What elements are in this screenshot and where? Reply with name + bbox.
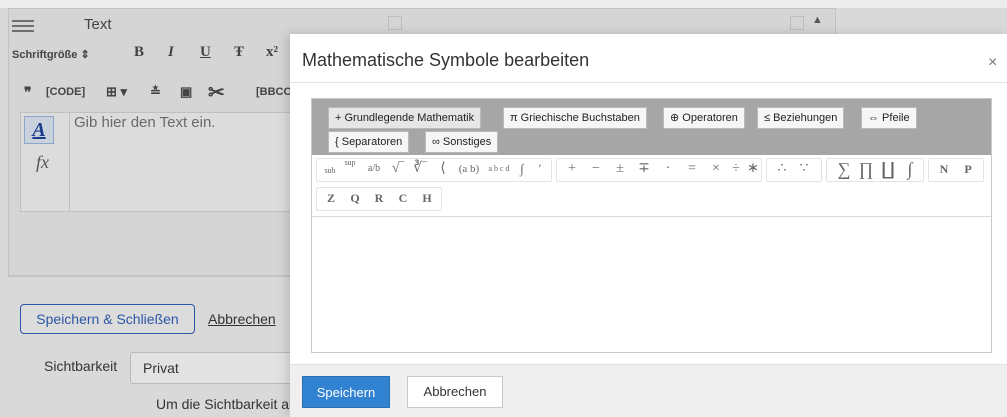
symbol-times[interactable]: × bbox=[706, 156, 726, 182]
symbol-naturals[interactable]: N bbox=[934, 156, 954, 182]
quote-button[interactable]: ❞ bbox=[24, 84, 32, 101]
menu-icon[interactable] bbox=[12, 20, 34, 34]
tab-relations[interactable]: ≤ Beziehungen bbox=[757, 107, 845, 129]
cancel-button[interactable]: Abbrechen bbox=[407, 376, 503, 408]
symbol-function[interactable]: ∫ bbox=[514, 156, 530, 182]
symbol-quaternions[interactable]: H bbox=[416, 185, 438, 211]
symbol-equals[interactable]: = bbox=[682, 156, 702, 182]
symbol-sum[interactable]: ∑ bbox=[834, 156, 854, 182]
math-input-area[interactable] bbox=[312, 218, 991, 352]
visibility-label: Sichtbarkeit bbox=[44, 358, 118, 374]
dialog-header: Mathematische Symbole bearbeiten × bbox=[290, 34, 1007, 83]
symbol-binomial[interactable]: (a b) bbox=[452, 156, 486, 182]
save-close-button[interactable]: Speichern & Schließen bbox=[20, 304, 195, 334]
editor-placeholder: Gib hier den Text ein. bbox=[74, 114, 216, 131]
strike-button[interactable]: Ŧ bbox=[234, 44, 244, 61]
tab-arrows[interactable]: ⇔ Pfeile bbox=[861, 107, 917, 129]
symbol-product[interactable]: ∏ bbox=[856, 156, 876, 182]
trash-icon[interactable]: ▲ bbox=[812, 14, 826, 28]
italic-button[interactable]: I bbox=[168, 44, 174, 61]
symbol-primes[interactable]: P bbox=[958, 156, 978, 182]
doc-icon bbox=[388, 16, 402, 30]
math-editor: + Grundlegende Mathematik π Griechische … bbox=[311, 98, 992, 353]
symbol-nthroot[interactable]: ∛‾ bbox=[408, 156, 432, 182]
image-icon[interactable]: ▣ bbox=[180, 84, 192, 100]
font-size-button[interactable]: Schriftgröße ⇕ bbox=[12, 48, 90, 61]
symbol-coproduct[interactable]: ∐ bbox=[878, 156, 898, 182]
underline-button[interactable]: U bbox=[200, 44, 211, 61]
table-icon[interactable]: ⊞ ▾ bbox=[106, 84, 127, 100]
math-symbols-dialog: Mathematische Symbole bearbeiten × + Gru… bbox=[290, 34, 1007, 417]
formula-icon[interactable]: fx bbox=[36, 152, 49, 173]
symbol-matrix[interactable]: a b c d bbox=[486, 156, 512, 182]
align-icon[interactable]: ≛ bbox=[150, 84, 161, 100]
symbol-dot[interactable]: · bbox=[658, 156, 678, 182]
tab-basic-math[interactable]: + Grundlegende Mathematik bbox=[328, 107, 482, 129]
dialog-footer: Speichern Abbrechen bbox=[290, 364, 1007, 417]
symbol-subscript[interactable]: sub bbox=[320, 158, 340, 184]
code-button[interactable]: [CODE] bbox=[46, 86, 85, 98]
visibility-hint: Um die Sichtbarkeit auf ' bbox=[156, 396, 308, 412]
cancel-link[interactable]: Abbrechen bbox=[208, 311, 276, 327]
symbol-palette: sub sup a/b √‾ ∛‾ ⟨ (a b) a b c d ∫ ′ + … bbox=[312, 155, 991, 217]
symbol-asterisk[interactable]: ∗ bbox=[744, 156, 762, 182]
dialog-body: + Grundlegende Mathematik π Griechische … bbox=[290, 83, 1007, 364]
symbol-superscript[interactable]: sup bbox=[340, 150, 360, 176]
symbol-reals[interactable]: R bbox=[368, 185, 390, 211]
symbol-fraction[interactable]: a/b bbox=[362, 156, 386, 182]
symbol-prime[interactable]: ′ bbox=[532, 156, 548, 182]
symbol-sqrt[interactable]: √‾ bbox=[388, 156, 408, 182]
save-button[interactable]: Speichern bbox=[302, 376, 390, 408]
close-icon[interactable]: × bbox=[988, 54, 997, 72]
symbol-complex[interactable]: C bbox=[392, 185, 414, 211]
tab-greek-letters[interactable]: π Griechische Buchstaben bbox=[503, 107, 647, 129]
symbol-rationals[interactable]: Q bbox=[344, 185, 366, 211]
copy-icon[interactable] bbox=[790, 16, 804, 30]
scissors-icon[interactable]: ✂ bbox=[208, 80, 225, 105]
symbol-divide[interactable]: ÷ bbox=[726, 156, 746, 182]
symbol-integers[interactable]: Z bbox=[320, 185, 342, 211]
updown-icon: ⇕ bbox=[80, 49, 90, 61]
section-title: Text bbox=[84, 16, 112, 33]
symbol-tab-bar: + Grundlegende Mathematik π Griechische … bbox=[312, 99, 991, 155]
bbcode-button[interactable]: [BBCO bbox=[256, 86, 292, 98]
symbol-plus-minus[interactable]: ± bbox=[610, 156, 630, 182]
symbol-plus[interactable]: + bbox=[562, 156, 582, 182]
dialog-title: Mathematische Symbole bearbeiten bbox=[302, 50, 590, 70]
top-strip bbox=[0, 0, 1007, 8]
visibility-select[interactable]: Privat bbox=[130, 352, 305, 384]
symbol-minus[interactable]: − bbox=[586, 156, 606, 182]
symbol-integral[interactable]: ∫ bbox=[900, 156, 920, 182]
symbol-angle-bracket[interactable]: ⟨ bbox=[434, 156, 452, 182]
symbol-minus-plus[interactable]: ∓ bbox=[634, 156, 654, 182]
tab-operators[interactable]: ⊕ Operatoren bbox=[663, 107, 745, 129]
symbol-because[interactable]: ∵ bbox=[794, 156, 814, 182]
symbol-therefore[interactable]: ∴ bbox=[772, 156, 792, 182]
text-format-icon[interactable]: A bbox=[24, 116, 54, 144]
bold-button[interactable]: B bbox=[134, 44, 144, 61]
tab-misc[interactable]: ∞ Sonstiges bbox=[425, 131, 499, 153]
superscript-button[interactable]: x² bbox=[266, 44, 278, 61]
